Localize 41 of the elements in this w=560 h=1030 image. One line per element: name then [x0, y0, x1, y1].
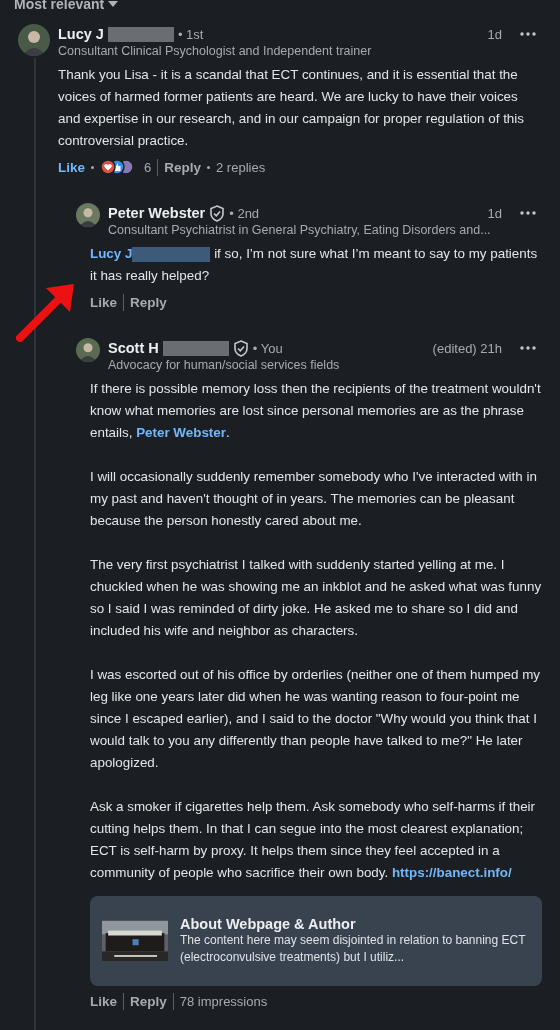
- reply-button[interactable]: Reply: [130, 993, 167, 1009]
- reaction-count: 6: [144, 159, 152, 175]
- author-name[interactable]: Scott H: [108, 340, 159, 356]
- preview-description: The content here may seem disjointed in relation to banning ECT (electroconvulsive treatments) but I utiliz...: [180, 932, 527, 966]
- more-icon[interactable]: [520, 32, 536, 36]
- caret-icon: [108, 1, 119, 7]
- author-headline: Advocacy for human/social services fields: [108, 358, 341, 372]
- author-headline: Consultant Clinical Psychologist and Independent trainer: [58, 44, 373, 58]
- timestamp: 1d: [487, 205, 502, 221]
- replies-count[interactable]: 2 replies: [216, 159, 266, 175]
- more-icon[interactable]: [520, 346, 536, 350]
- timestamp: (edited) 21h: [432, 340, 502, 356]
- author-name[interactable]: Lucy J: [58, 26, 104, 42]
- impressions-count: 78 impressions: [179, 993, 268, 1009]
- comment-text: I was escorted out of his office by orderlies (neither one of them humped my leg like one years later did when he was wanting reason to four-point me since I escaped earlier), and I said to the doctor "Why would you think that I would talk to you any differently than people have talked to me?" He later apologized.: [90, 666, 542, 772]
- author-headline: Consultant Psychiatrist in General Psychiatry, Eating Disorders and...: [108, 223, 492, 237]
- avatar[interactable]: [76, 338, 100, 362]
- mention-link[interactable]: Peter Webster: [136, 425, 226, 440]
- comment-text: If there is possible memory loss then the recipients of the treatment wouldn't know what memories are lost since personal memories are as the phrase entails, Peter Webster.: [90, 380, 542, 442]
- web-link[interactable]: https://banect.info/: [391, 865, 512, 880]
- connection-degree: • 2nd: [229, 205, 260, 221]
- mention-link[interactable]: Lucy J: [90, 246, 133, 261]
- preview-title: About Webpage & Author: [180, 916, 357, 932]
- reply-button[interactable]: Reply: [164, 159, 201, 175]
- more-icon[interactable]: [520, 211, 536, 215]
- like-button[interactable]: Like: [90, 993, 117, 1009]
- comment-text: I will occasionally suddenly remember somebody who I've interacted with in my past and haven't thought of in years. The memories can be pleasant because the person honestly cared about me.: [90, 468, 538, 530]
- reply-button[interactable]: Reply: [130, 294, 167, 310]
- link-preview-card[interactable]: About Webpage & Author The content here may seem disjointed in relation to banning ECT (electroconvulsive treatments) but I utiliz...: [90, 896, 542, 986]
- connection-degree: • You: [252, 340, 283, 356]
- avatar[interactable]: [18, 24, 50, 56]
- avatar[interactable]: [76, 203, 100, 227]
- timestamp: 1d: [487, 26, 502, 42]
- like-button[interactable]: Like: [90, 294, 117, 310]
- comment-text: Thank you Lisa - it is a scandal that ECT continues, and it is essential that the voices of harmed former patients are heard. We are lucky to have their voices and expertise in our research, and in our campaign for proper regulation of this controversial practice.: [58, 66, 525, 150]
- comment-text: Lucy J if so, I’m not sure what I’m meant to say to my patients it has really helped?: [90, 245, 539, 285]
- comment-text: The very first psychiatrist I talked with suddenly started yelling at me. I chuckled when he was showing me an inkblot and he asked what was funny so I said I was reminded of dirty joke. He asked me to share so I did and included his wife and neighbor as characters.: [90, 556, 543, 640]
- like-button[interactable]: Like: [58, 159, 85, 175]
- author-name[interactable]: Peter Webster: [108, 205, 206, 221]
- comment-text: Ask a smoker if cigarettes help them. Ask somebody who self-harms if their cutting helps them. In that I can segue into the most clearest explanation; ECT is self-harm by proxy. It helps them since they feel accepted in a community of people who sacrifice their own body. https://banect.info/: [90, 798, 537, 882]
- connection-degree: • 1st: [177, 26, 204, 42]
